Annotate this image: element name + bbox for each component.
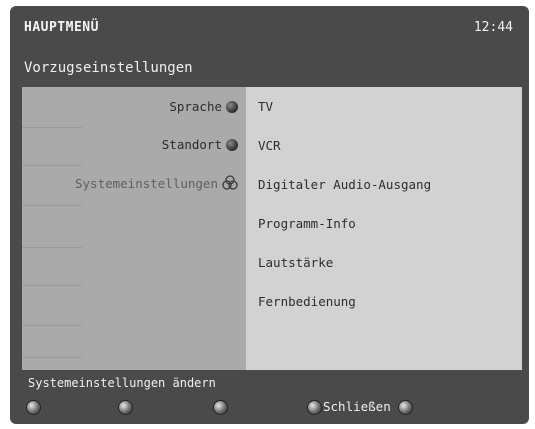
menu-item-systemeinstellungen[interactable]: Systemeinstellungen [75, 175, 238, 191]
menu-item-sprache[interactable]: Sprache [169, 99, 238, 114]
divider [22, 357, 82, 358]
option-tv[interactable]: TV [258, 99, 273, 114]
color-key-1-icon[interactable] [26, 400, 41, 415]
options-column: TV VCR Digitaler Audio-Ausgang Programm-… [246, 87, 522, 370]
divider [22, 285, 82, 286]
menu-item-standort[interactable]: Standort [162, 137, 238, 152]
option-vcr[interactable]: VCR [258, 138, 281, 153]
color-key-3-icon[interactable] [213, 400, 228, 415]
status-hint: Systemeinstellungen ändern [28, 376, 216, 390]
menu-item-label: Sprache [169, 99, 222, 114]
divider [22, 325, 82, 326]
main-menu-title: HAUPTMENÜ [24, 20, 99, 35]
color-key-4-icon[interactable] [307, 400, 322, 415]
divider [22, 165, 82, 166]
disc-icon [226, 100, 238, 113]
menu-item-label: Systemeinstellungen [75, 175, 218, 191]
menu-item-label: Standort [161, 137, 222, 152]
divider [22, 247, 82, 248]
clock: 12:44 [473, 20, 513, 35]
menu-panel: Sprache Standort Systemeinstellungen TV … [22, 87, 522, 370]
disc-icon [226, 138, 238, 151]
close-button-label[interactable]: Schließen [323, 399, 391, 414]
option-digital-audio[interactable]: Digitaler Audio-Ausgang [258, 177, 431, 192]
divider [22, 127, 82, 128]
color-key-2-icon[interactable] [118, 400, 133, 415]
option-remote[interactable]: Fernbedienung [258, 294, 356, 309]
rings-icon [222, 175, 238, 190]
color-key-5-icon[interactable] [398, 400, 413, 415]
category-column: Sprache Standort Systemeinstellungen [22, 87, 246, 370]
tv-menu-screen: HAUPTMENÜ 12:44 Vorzugseinstellungen Spr… [10, 6, 529, 424]
option-program-info[interactable]: Programm-Info [258, 216, 356, 231]
section-title: Vorzugseinstellungen [24, 60, 193, 76]
option-volume[interactable]: Lautstärke [258, 255, 333, 270]
divider [22, 205, 82, 206]
